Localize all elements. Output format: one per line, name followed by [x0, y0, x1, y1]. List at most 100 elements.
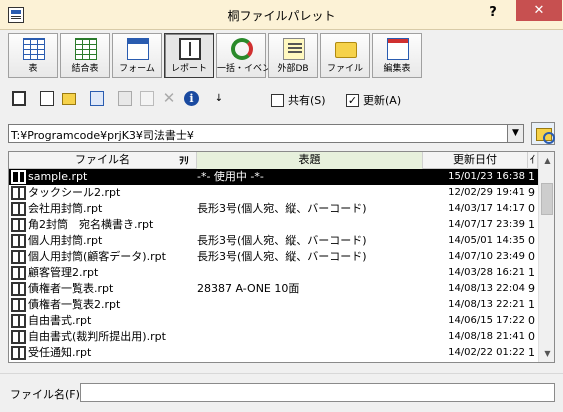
- batch-event-button-label: 一括・イベント: [217, 64, 281, 74]
- print-icon: [118, 91, 132, 106]
- copy-window-icon: [90, 91, 104, 106]
- file-title: 長形3号(個人宛、縦、バーコード): [197, 250, 367, 263]
- file-title: 28387 A-ONE 10面: [197, 282, 300, 295]
- file-name: タックシール2.rpt: [28, 186, 121, 199]
- file-extra: 1: [528, 218, 535, 231]
- file-name: 自由書式.rpt: [28, 314, 92, 327]
- file-extra: 0: [528, 234, 535, 247]
- scroll-up-arrow[interactable]: ▲: [539, 152, 554, 169]
- list-item[interactable]: 角2封筒 宛名横書き.rpt 14/07/17 23:39 1: [9, 217, 538, 233]
- report-file-icon: [11, 218, 26, 232]
- path-dropdown-button[interactable]: ▼: [507, 124, 524, 143]
- share-checkbox[interactable]: 共有(S): [271, 92, 326, 108]
- new-file-button[interactable]: [36, 88, 58, 110]
- path-combobox[interactable]: T:¥Programcode¥prjK3¥司法書士¥: [8, 124, 523, 143]
- file-updated-date: 14/05/01 14:35: [448, 235, 525, 246]
- file-updated-date: 14/06/15 17:22: [448, 315, 525, 326]
- sort-button[interactable]: ↓: [208, 88, 230, 110]
- scroll-down-arrow[interactable]: ▼: [539, 345, 554, 362]
- batch-event-icon: [231, 38, 253, 60]
- report-button-label: レポート: [170, 64, 207, 74]
- file-title: 長形3号(個人宛、縦、バーコード): [197, 202, 367, 215]
- file-updated-date: 14/07/17 23:39: [448, 219, 525, 230]
- file-extra: 1: [528, 266, 535, 279]
- file-folder-icon: [335, 42, 357, 58]
- object-type-toolbar: 表 結合表 フォーム レポート 一括・イベント 外部DB ファイル 編集表: [8, 33, 422, 78]
- list-item[interactable]: 自由書式(裁判所提出用).rpt 14/08/18 21:41 0: [9, 329, 538, 345]
- list-item[interactable]: 顧客管理2.rpt 14/03/28 16:21 1: [9, 265, 538, 281]
- external-db-button[interactable]: 外部DB: [268, 33, 318, 78]
- file-name: sample.rpt: [28, 170, 88, 183]
- column-header-updated[interactable]: 更新日付: [423, 152, 528, 169]
- filename-label: ファイル名(F): [10, 388, 80, 401]
- list-item[interactable]: 自由書式.rpt 14/06/15 17:22 0: [9, 313, 538, 329]
- browse-folder-button[interactable]: [531, 122, 555, 145]
- file-name: 顧客管理2.rpt: [28, 266, 99, 279]
- share-checkbox-label: 共有(S): [288, 94, 326, 107]
- file-updated-date: 14/08/18 21:41: [448, 331, 525, 342]
- close-button[interactable]: ✕: [516, 0, 562, 21]
- file-list[interactable]: ファイル名 ｦﾘ 表題 更新日付 ｲ sample.rpt -*- 使用中 -*-…: [8, 151, 555, 363]
- column-header-filename[interactable]: ファイル名: [9, 152, 197, 169]
- list-item[interactable]: 債権者一覧表2.rpt 14/08/13 22:21 1: [9, 297, 538, 313]
- file-extra: 0: [528, 330, 535, 343]
- list-rows: sample.rpt -*- 使用中 -*- 15/01/23 16:38 1 タックシ…: [9, 169, 538, 361]
- copy-window-button[interactable]: [86, 88, 108, 110]
- file-name: 会社用封筒.rpt: [28, 202, 103, 215]
- duplicate-button[interactable]: [136, 88, 158, 110]
- file-extra: 0: [528, 250, 535, 263]
- file-updated-date: 14/03/17 14:17: [448, 203, 525, 214]
- refresh-checkbox-box[interactable]: ✓: [346, 93, 359, 107]
- external-db-button-label: 外部DB: [277, 64, 309, 74]
- file-extra: 1: [528, 170, 535, 183]
- report-icon: [179, 38, 201, 60]
- list-item[interactable]: 債権者一覧表.rpt 28387 A-ONE 10面 14/08/13 22:04 9: [9, 281, 538, 297]
- report-small-icon: [12, 91, 26, 106]
- list-item[interactable]: sample.rpt -*- 使用中 -*- 15/01/23 16:38 1: [9, 169, 538, 185]
- file-button-label: ファイル: [326, 64, 363, 74]
- open-folder-icon: [62, 93, 76, 105]
- list-item[interactable]: 個人用封筒(顧客データ).rpt 長形3号(個人宛、縦、バーコード) 14/07/1…: [9, 249, 538, 265]
- list-item[interactable]: 個人用封筒.rpt 長形3号(個人宛、縦、バーコード) 14/05/01 14:35…: [9, 233, 538, 249]
- filename-input[interactable]: [80, 383, 555, 402]
- list-header: ファイル名 ｦﾘ 表題 更新日付 ｲ: [9, 152, 554, 169]
- form-button[interactable]: フォーム: [112, 33, 162, 78]
- sort-icon: ↓: [214, 93, 224, 104]
- joined-table-button[interactable]: 結合表: [60, 33, 110, 78]
- print-button[interactable]: [114, 88, 136, 110]
- vertical-scrollbar[interactable]: ▲ ▼: [538, 152, 554, 362]
- sort-indicator: ｦﾘ: [179, 156, 189, 167]
- batch-event-button[interactable]: 一括・イベント: [216, 33, 281, 78]
- report-file-icon: [11, 170, 26, 184]
- file-name: 受任通知.rpt: [28, 346, 92, 359]
- file-name: 個人用封筒(顧客データ).rpt: [28, 250, 166, 263]
- file-button[interactable]: ファイル: [320, 33, 370, 78]
- list-item[interactable]: 会社用封筒.rpt 長形3号(個人宛、縦、バーコード) 14/03/17 14:17…: [9, 201, 538, 217]
- info-button[interactable]: i: [180, 88, 202, 110]
- file-extra: 1: [528, 298, 535, 311]
- report-file-icon: [11, 346, 26, 360]
- title-bar: 桐ファイルパレット ? ✕: [0, 0, 563, 30]
- report-file-icon: [11, 186, 26, 200]
- report-action-button[interactable]: [8, 88, 30, 110]
- file-extra: 0: [528, 202, 535, 215]
- open-file-button[interactable]: [58, 88, 80, 110]
- delete-button[interactable]: ✕: [158, 88, 180, 110]
- edit-table-button[interactable]: 編集表: [372, 33, 422, 78]
- help-button[interactable]: ?: [482, 3, 504, 23]
- file-name: 自由書式(裁判所提出用).rpt: [28, 330, 166, 343]
- file-extra: 9: [528, 186, 535, 199]
- column-header-title[interactable]: 表題: [197, 152, 423, 169]
- report-button[interactable]: レポート: [164, 33, 214, 78]
- share-checkbox-box[interactable]: [271, 93, 284, 107]
- scroll-thumb[interactable]: [541, 183, 553, 215]
- refresh-checkbox[interactable]: ✓ 更新(A): [346, 92, 401, 108]
- list-item[interactable]: 受任通知.rpt 14/02/22 01:22 1: [9, 345, 538, 361]
- list-item[interactable]: タックシール2.rpt 12/02/29 19:41 9: [9, 185, 538, 201]
- file-updated-date: 12/02/29 19:41: [448, 187, 525, 198]
- file-name: 債権者一覧表2.rpt: [28, 298, 121, 311]
- table-button[interactable]: 表: [8, 33, 58, 78]
- file-updated-date: 14/08/13 22:04: [448, 283, 525, 294]
- table-icon: [23, 38, 45, 60]
- column-header-extra[interactable]: ｲ: [528, 152, 538, 169]
